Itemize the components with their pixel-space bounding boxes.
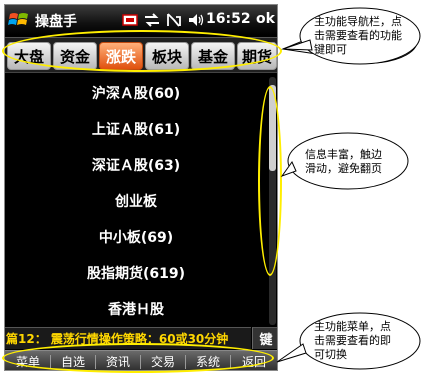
list-item[interactable]: 中小板(69) — [5, 223, 267, 253]
callout-menu-text: 主功能菜单，点 击需要查看的即 可切换 — [314, 320, 391, 362]
news-ticker[interactable]: 篇12： 震荡行情操作策略：60或30分钟 — [5, 327, 251, 349]
main-nav-bar: 大盘 资金 涨跌 板块 基金 期货 — [5, 37, 277, 73]
callout-scroll-text: 信息丰富，触边 滑动，避免翻页 — [305, 148, 382, 176]
callout-line: 主功能导航栏，点 — [314, 15, 402, 28]
ok-button[interactable]: ok — [256, 11, 275, 27]
list-item[interactable]: 香港Ｈ股 — [5, 295, 267, 325]
menu-divider — [185, 355, 186, 369]
list-item[interactable]: 沪深Ａ股(60) — [5, 79, 267, 109]
tab-bankuai[interactable]: 板块 — [145, 42, 189, 70]
signal-icon — [167, 13, 181, 27]
sync-arrows-icon — [145, 13, 159, 27]
menu-item-caidan[interactable]: 菜单 — [7, 351, 49, 370]
menu-item-jiaoyi[interactable]: 交易 — [142, 351, 184, 370]
menu-divider — [230, 355, 231, 369]
list-item[interactable]: 创业板 — [5, 187, 267, 217]
menu-item-zixuan[interactable]: 自选 — [52, 351, 94, 370]
list-item[interactable]: 股指期货(619) — [5, 259, 267, 289]
list-item[interactable]: 深证Ａ股(63) — [5, 151, 267, 181]
callout-line: 击需要查看的即 — [314, 334, 391, 347]
menu-item-fanhui[interactable]: 返回 — [233, 351, 275, 370]
app-title: 操盘手 — [35, 14, 77, 30]
tab-dapan[interactable]: 大盘 — [7, 42, 51, 70]
callout-line: 键即可 — [314, 43, 347, 56]
bottom-menu-bar: 菜单 自选 资讯 交易 系统 返回 — [5, 350, 277, 370]
message-icon — [122, 14, 138, 26]
callout-nav-text: 主功能导航栏，点 击需要查看的功能 键即可 — [314, 15, 402, 57]
callout-line: 信息丰富，触边 — [305, 148, 382, 161]
windows-start-icon[interactable] — [8, 9, 30, 31]
menu-divider — [95, 355, 96, 369]
callout-line: 滑动，避免翻页 — [305, 162, 382, 175]
status-icons — [121, 10, 205, 30]
menu-divider — [140, 355, 141, 369]
tab-jijin[interactable]: 基金 — [191, 42, 235, 70]
menu-item-xitong[interactable]: 系统 — [187, 351, 229, 370]
tab-qihuo[interactable]: 期货 — [237, 42, 277, 70]
title-bar: 操盘手 16:52 ok — [5, 5, 277, 35]
menu-divider — [50, 355, 51, 369]
callout-line: 击需要查看的功能 — [314, 29, 402, 42]
callout-line: 可切换 — [314, 348, 347, 361]
list-item[interactable]: 上证Ａ股(61) — [5, 115, 267, 145]
scrollbar-thumb[interactable] — [269, 85, 276, 171]
tab-zijin[interactable]: 资金 — [53, 42, 97, 70]
keyboard-button[interactable]: 键 — [252, 327, 277, 349]
volume-icon — [189, 14, 204, 26]
phone-screen: 操盘手 16:52 ok 大盘 资金 涨跌 板块 基金 期货 沪深Ａ股(60) … — [4, 4, 278, 371]
callout-line: 主功能菜单，点 — [314, 320, 391, 333]
clock: 16:52 — [206, 11, 251, 27]
menu-item-zixun[interactable]: 资讯 — [97, 351, 139, 370]
tab-zhangdie[interactable]: 涨跌 — [99, 42, 143, 70]
market-list: 沪深Ａ股(60) 上证Ａ股(61) 深证Ａ股(63) 创业板 中小板(69) 股… — [5, 75, 267, 327]
